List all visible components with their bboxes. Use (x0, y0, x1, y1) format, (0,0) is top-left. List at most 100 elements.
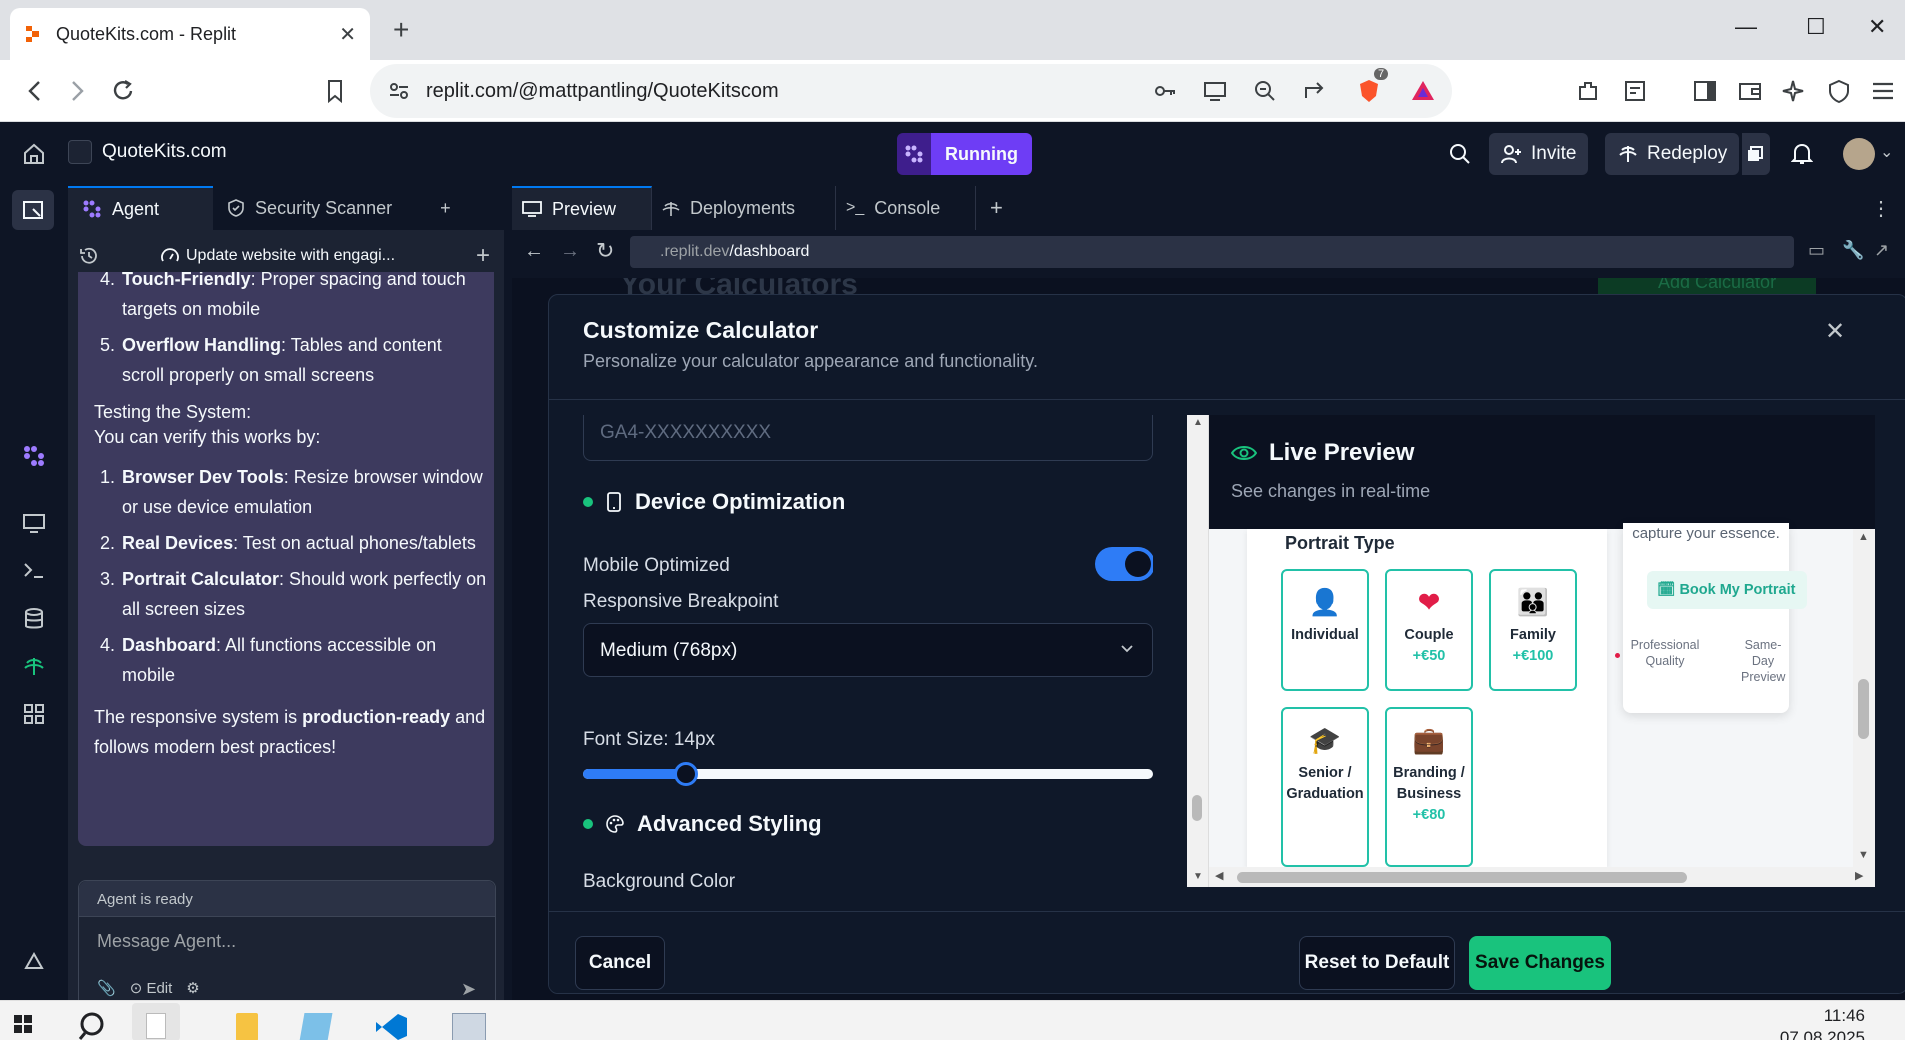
reading-list-icon[interactable] (1622, 78, 1648, 104)
browser-tab-title: QuoteKits.com - Replit (56, 23, 237, 44)
preview-pane: Preview Deployments >_ Console + ⋮ ← → ↻… (512, 186, 1905, 1000)
install-app-icon[interactable] (1202, 78, 1228, 104)
project-switcher[interactable]: QuoteKits.com (68, 140, 227, 164)
share-icon[interactable] (1302, 78, 1328, 104)
open-new-tab-icon[interactable]: ↗ (1874, 240, 1889, 261)
folder-icon[interactable] (236, 1013, 258, 1040)
settings-sliders-icon[interactable]: ⚙ (186, 979, 199, 997)
system-clock[interactable]: 11:46 07.08.2025 (1780, 1005, 1865, 1040)
avatar[interactable] (1843, 138, 1875, 170)
gauge-icon (161, 248, 179, 262)
redeploy-button[interactable]: Redeploy (1605, 133, 1740, 175)
avatar-chevron-icon[interactable]: ⌄ (1880, 142, 1893, 162)
edit-mode-button[interactable]: ⊙ Edit (130, 979, 173, 997)
reload-icon[interactable] (110, 78, 136, 104)
bookmark-icon[interactable] (322, 78, 348, 104)
tab-agent[interactable]: Agent (68, 186, 214, 230)
live-preview-body: Portrait Type 👤 Individual ❤ Couple +€50… (1209, 523, 1875, 867)
taskbar-file-app[interactable] (132, 1003, 180, 1040)
cancel-button[interactable]: Cancel (575, 936, 665, 990)
slider-thumb[interactable] (673, 762, 698, 786)
site-settings-icon[interactable] (386, 78, 412, 104)
search-taskbar-icon[interactable] (78, 1011, 110, 1040)
agent-icon[interactable] (22, 444, 46, 468)
ga-tracking-input[interactable]: GA4-XXXXXXXXXX (583, 415, 1153, 461)
zoom-out-icon[interactable] (1252, 78, 1278, 104)
preview-reload-icon[interactable]: ↻ (596, 238, 614, 264)
option-couple[interactable]: ❤ Couple +€50 (1385, 569, 1473, 691)
extensions-icon[interactable] (1575, 78, 1601, 104)
tab-console[interactable]: >_ Console (836, 186, 976, 230)
add-tab-icon[interactable]: + (976, 186, 1023, 230)
tab-preview[interactable]: Preview (512, 186, 652, 230)
toggle-sidebar-button[interactable] (12, 190, 54, 230)
mobile-optimized-toggle[interactable] (1095, 547, 1153, 581)
brave-rewards-icon[interactable] (1410, 78, 1436, 104)
notepad-icon[interactable] (299, 1013, 333, 1040)
invite-button[interactable]: Invite (1489, 133, 1589, 175)
browser-menu-icon[interactable] (1870, 78, 1896, 104)
inner-vertical-scrollbar[interactable]: ▲ ▼ (1853, 529, 1875, 867)
task-manager-icon[interactable] (452, 1013, 486, 1040)
sidebar-icon[interactable] (1692, 78, 1718, 104)
redeploy-options-button[interactable] (1742, 133, 1770, 175)
help-icon[interactable] (22, 950, 46, 974)
attach-icon[interactable]: 📎 (97, 979, 116, 997)
preview-vertical-scrollbar[interactable]: ▲ ▼ (1187, 415, 1209, 887)
home-icon[interactable] (22, 142, 46, 166)
tab-security-scanner[interactable]: Security Scanner (213, 186, 406, 230)
new-tab-icon[interactable]: + (393, 14, 409, 46)
more-options-icon[interactable]: ⋮ (1871, 196, 1891, 221)
new-thread-icon[interactable]: + (476, 242, 490, 270)
font-size-slider[interactable] (583, 762, 1153, 786)
brave-shields-icon[interactable] (1356, 78, 1382, 104)
message-input[interactable]: Message Agent... (79, 917, 495, 952)
section-dot (583, 819, 593, 829)
console-icon[interactable] (22, 558, 46, 582)
preview-url-input[interactable]: .replit.dev/dashboard (630, 236, 1794, 268)
breakpoint-select[interactable]: Medium (768px) (583, 623, 1153, 677)
run-button[interactable]: Running (897, 133, 1032, 175)
option-family[interactable]: 👪 Family +€100 (1489, 569, 1577, 691)
address-bar[interactable]: replit.com/@mattpantling/QuoteKitscom 7 (370, 64, 1452, 118)
preview-forward-icon[interactable]: → (560, 240, 580, 263)
list-item: Browser Dev Tools: Resize browser window… (120, 462, 488, 522)
modal-close-icon[interactable]: ✕ (1825, 317, 1845, 346)
leo-ai-icon[interactable] (1780, 78, 1806, 104)
add-tab-icon[interactable]: + (406, 186, 465, 230)
option-individual[interactable]: 👤 Individual (1281, 569, 1369, 691)
preview-back-icon[interactable]: ← (524, 240, 544, 263)
search-icon[interactable] (1448, 142, 1472, 166)
deployments-icon[interactable] (22, 654, 46, 678)
list-item: Portrait Calculator: Should work perfect… (120, 564, 488, 624)
reset-to-default-button[interactable]: Reset to Default (1299, 936, 1455, 990)
tab-deployments[interactable]: Deployments (652, 186, 836, 230)
browser-tab[interactable]: QuoteKits.com - Replit ✕ (10, 8, 370, 60)
preview-icon[interactable] (22, 511, 46, 535)
history-icon[interactable] (78, 245, 100, 267)
notifications-bell-icon[interactable] (1791, 142, 1813, 166)
database-icon[interactable] (22, 607, 46, 631)
vscode-icon[interactable] (374, 1013, 408, 1040)
back-icon[interactable] (22, 78, 48, 104)
book-portrait-button[interactable]: 🗓 Book My Portrait (1647, 571, 1807, 609)
send-icon[interactable]: ➤ (461, 979, 476, 1000)
devtools-wrench-icon[interactable]: 🔧 (1842, 240, 1864, 261)
maximize-icon[interactable]: ☐ (1806, 14, 1826, 40)
password-key-icon[interactable] (1152, 78, 1178, 104)
wallet-icon[interactable] (1737, 78, 1763, 104)
close-tab-icon[interactable]: ✕ (339, 22, 356, 47)
all-tools-icon[interactable] (22, 702, 46, 726)
preview-horizontal-scrollbar[interactable]: ◀ ▶ (1209, 867, 1875, 887)
save-changes-button[interactable]: Save Changes (1469, 936, 1611, 990)
thread-title[interactable]: Update website with engagi... (186, 247, 395, 265)
address-url[interactable]: replit.com/@mattpantling/QuoteKitscom (426, 80, 779, 103)
forward-icon[interactable] (64, 78, 90, 104)
minimize-icon[interactable]: — (1735, 14, 1757, 40)
window-close-icon[interactable]: ✕ (1868, 14, 1886, 40)
option-senior-graduation[interactable]: 🎓 Senior / Graduation (1281, 707, 1369, 867)
devices-icon[interactable]: ▭ (1808, 240, 1825, 261)
option-branding-business[interactable]: 💼 Branding / Business +€80 (1385, 707, 1473, 867)
vpn-icon[interactable] (1826, 78, 1852, 104)
windows-start-icon[interactable] (14, 1015, 32, 1033)
